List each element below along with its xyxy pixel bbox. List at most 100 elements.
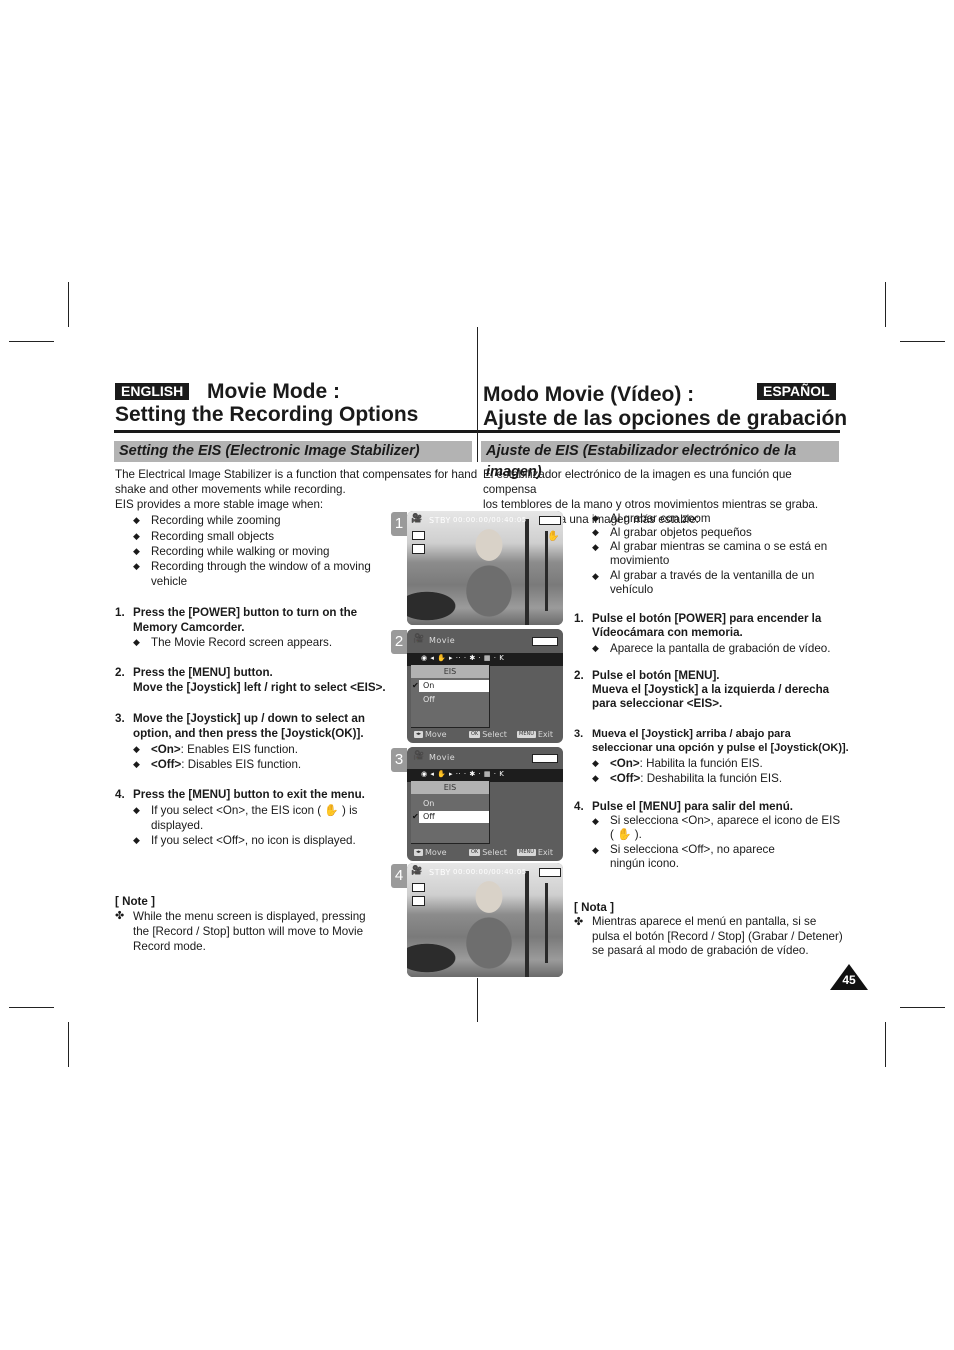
step-3: 3. Mueva el [Joystick] arriba / abajo pa… — [574, 727, 849, 755]
step-4: 4. Press the [MENU] button to exit the m… — [115, 787, 385, 802]
crop-mark — [9, 341, 54, 342]
joystick-icon: ◂▸ — [414, 849, 424, 856]
hint-label: Select — [482, 848, 507, 857]
screenshot-number: 2 — [391, 630, 407, 654]
hint-label: Exit — [537, 730, 554, 739]
condition-item: Recording small objects — [133, 529, 373, 544]
menu-icons: ◉ ◂ ✋ ▸ ·· · ✱ · ▦ · K — [421, 654, 505, 662]
step-bullet: If you select <Off>, no icon is displaye… — [133, 833, 383, 848]
resolution-icon — [412, 531, 425, 540]
eis-submenu: EIS ✔ On Off — [411, 665, 490, 728]
note-item: ✤ Mientras aparece el menú en pantalla, … — [574, 915, 844, 959]
option-on: <On>: Enables EIS function. — [133, 742, 383, 757]
menu-option-on[interactable]: On — [419, 798, 489, 810]
timecode: 00:00:00/00:40:05 — [453, 516, 527, 524]
section-heading-english: Setting the EIS (Electronic Image Stabil… — [114, 441, 472, 462]
option-on: <On>: Habilita la función EIS. — [592, 756, 842, 771]
hint-label: Move — [425, 730, 447, 739]
intro-line: shake and other movements while recordin… — [115, 483, 346, 496]
page-subtitle-english: Setting the Recording Options — [115, 403, 418, 427]
title-line2: Setting the Recording Options — [115, 403, 419, 426]
battery-icon — [532, 754, 558, 763]
title-line2: Ajuste de las opciones de grabación — [483, 407, 848, 430]
option-off: <Off>: Disables EIS function. — [133, 757, 383, 772]
option-key: <On> — [610, 757, 640, 770]
menu-footer: ◂▸ Move OK Select MENU Exit — [407, 845, 563, 861]
status-text: STBY — [429, 868, 451, 877]
menu-option-on[interactable]: ✔ On — [412, 680, 489, 692]
center-divider — [477, 327, 478, 462]
note-heading: [ Nota ] — [574, 901, 614, 914]
exit-hint: MENU Exit — [517, 727, 553, 743]
intro-line: los temblores de la mano y otros movimie… — [483, 498, 819, 511]
resolution-icon — [412, 883, 425, 892]
quality-icon — [412, 896, 425, 906]
preview-photo — [407, 863, 563, 977]
crop-mark — [900, 341, 945, 342]
movie-mode-icon: 🎥 — [413, 634, 425, 644]
step-text: Move the [Joystick] up / down to select … — [133, 712, 365, 740]
step-text: Pulse el [MENU] para salir del menú. — [592, 800, 794, 813]
page-title-spanish: Modo Movie (Vídeo) : — [483, 383, 694, 407]
step-bullet: If you select <On>, the EIS icon ( ✋ ) i… — [133, 803, 373, 833]
crop-mark — [885, 1022, 886, 1067]
camera-mode-icon: 🎥 — [411, 514, 423, 524]
step-text: Pulse el botón [POWER] para encender la … — [592, 612, 822, 639]
option-key: <Off> — [610, 772, 641, 785]
intro-text: The Electrical Image Stabilizer is a fun… — [115, 467, 480, 512]
section-heading-spanish: Ajuste de EIS (Estabilizador electrónico… — [481, 441, 839, 480]
check-icon: ✔ — [412, 681, 419, 690]
screenshot-number: 3 — [391, 748, 407, 772]
camcorder-screen-menu: 🎥 Movie ◉ ◂ ✋ ▸ ·· · ✱ · ▦ · K EIS On ✔ … — [407, 747, 563, 861]
screenshot-number: 1 — [391, 512, 407, 536]
step-bullet: Si selecciona <Off>, no aparece ningún i… — [592, 843, 812, 871]
step-number: 1. — [574, 612, 584, 625]
step-text: Press the [MENU] button to exit the menu… — [133, 788, 365, 801]
step-text: Move the [Joystick] left / right to sele… — [133, 681, 386, 694]
step-4: 4. Pulse el [MENU] para salir del menú. — [574, 799, 844, 814]
step-3: 3. Move the [Joystick] up / down to sele… — [115, 711, 375, 741]
condition-item: Al grabar mientras se camina o se está e… — [592, 540, 842, 568]
option-label: Off — [423, 812, 435, 821]
menu-option-off[interactable]: ✔ Off — [412, 811, 489, 823]
note-text: While the menu screen is displayed, pres… — [133, 910, 366, 953]
menu-title: Movie — [429, 636, 456, 645]
option-label: On — [423, 681, 435, 690]
eis-icon: ✋ — [547, 531, 560, 542]
note-text: Mientras aparece el menú en pantalla, si… — [592, 915, 843, 957]
ok-key-icon: OK — [469, 731, 481, 738]
intro-line: El estabilizador electrónico de la image… — [483, 468, 792, 496]
quality-icon — [412, 544, 425, 554]
menu-option-off[interactable]: Off — [419, 694, 489, 706]
language-badge-spanish: ESPAÑOL — [757, 383, 836, 400]
tree — [545, 883, 548, 963]
note-item: ✤ While the menu screen is displayed, pr… — [115, 909, 383, 954]
cross-bullet-icon: ✤ — [574, 916, 584, 928]
condition-item: Al grabar objetos pequeños — [592, 525, 842, 540]
crop-mark — [9, 1007, 54, 1008]
option-label: On — [423, 799, 435, 808]
step-number: 3. — [115, 712, 125, 725]
screenshot-number: 4 — [391, 864, 407, 888]
option-key: <Off> — [151, 758, 182, 771]
camcorder-screen-record: 🎥 STBY 00:00:00/00:40:05 — [407, 863, 563, 977]
step-number: 2. — [115, 666, 125, 679]
timecode: 00:00:00/00:40:05 — [453, 868, 527, 876]
ok-key-icon: OK — [469, 849, 481, 856]
condition-item: Al grabar a través de la ventanilla de u… — [592, 569, 822, 597]
title-rule-spanish — [478, 430, 840, 433]
cross-bullet-icon: ✤ — [115, 910, 125, 922]
submenu-title: EIS — [411, 781, 489, 794]
step-number: 4. — [574, 800, 584, 813]
eis-submenu: EIS On ✔ Off — [411, 781, 490, 844]
note-heading: [ Note ] — [115, 895, 155, 908]
menu-icons: ◉ ◂ ✋ ▸ ·· · ✱ · ▦ · K — [421, 770, 505, 778]
menu-title-bar: 🎥 Movie — [407, 629, 563, 649]
joystick-icon: ◂▸ — [414, 731, 424, 738]
status-text: STBY — [429, 516, 451, 525]
move-hint: ◂▸ Move — [414, 727, 446, 743]
battery-icon — [539, 516, 561, 525]
step-text: Mueva el [Joystick] a la izquierda / der… — [592, 683, 830, 710]
check-icon: ✔ — [412, 812, 419, 821]
condition-item: Recording while zooming — [133, 513, 373, 528]
